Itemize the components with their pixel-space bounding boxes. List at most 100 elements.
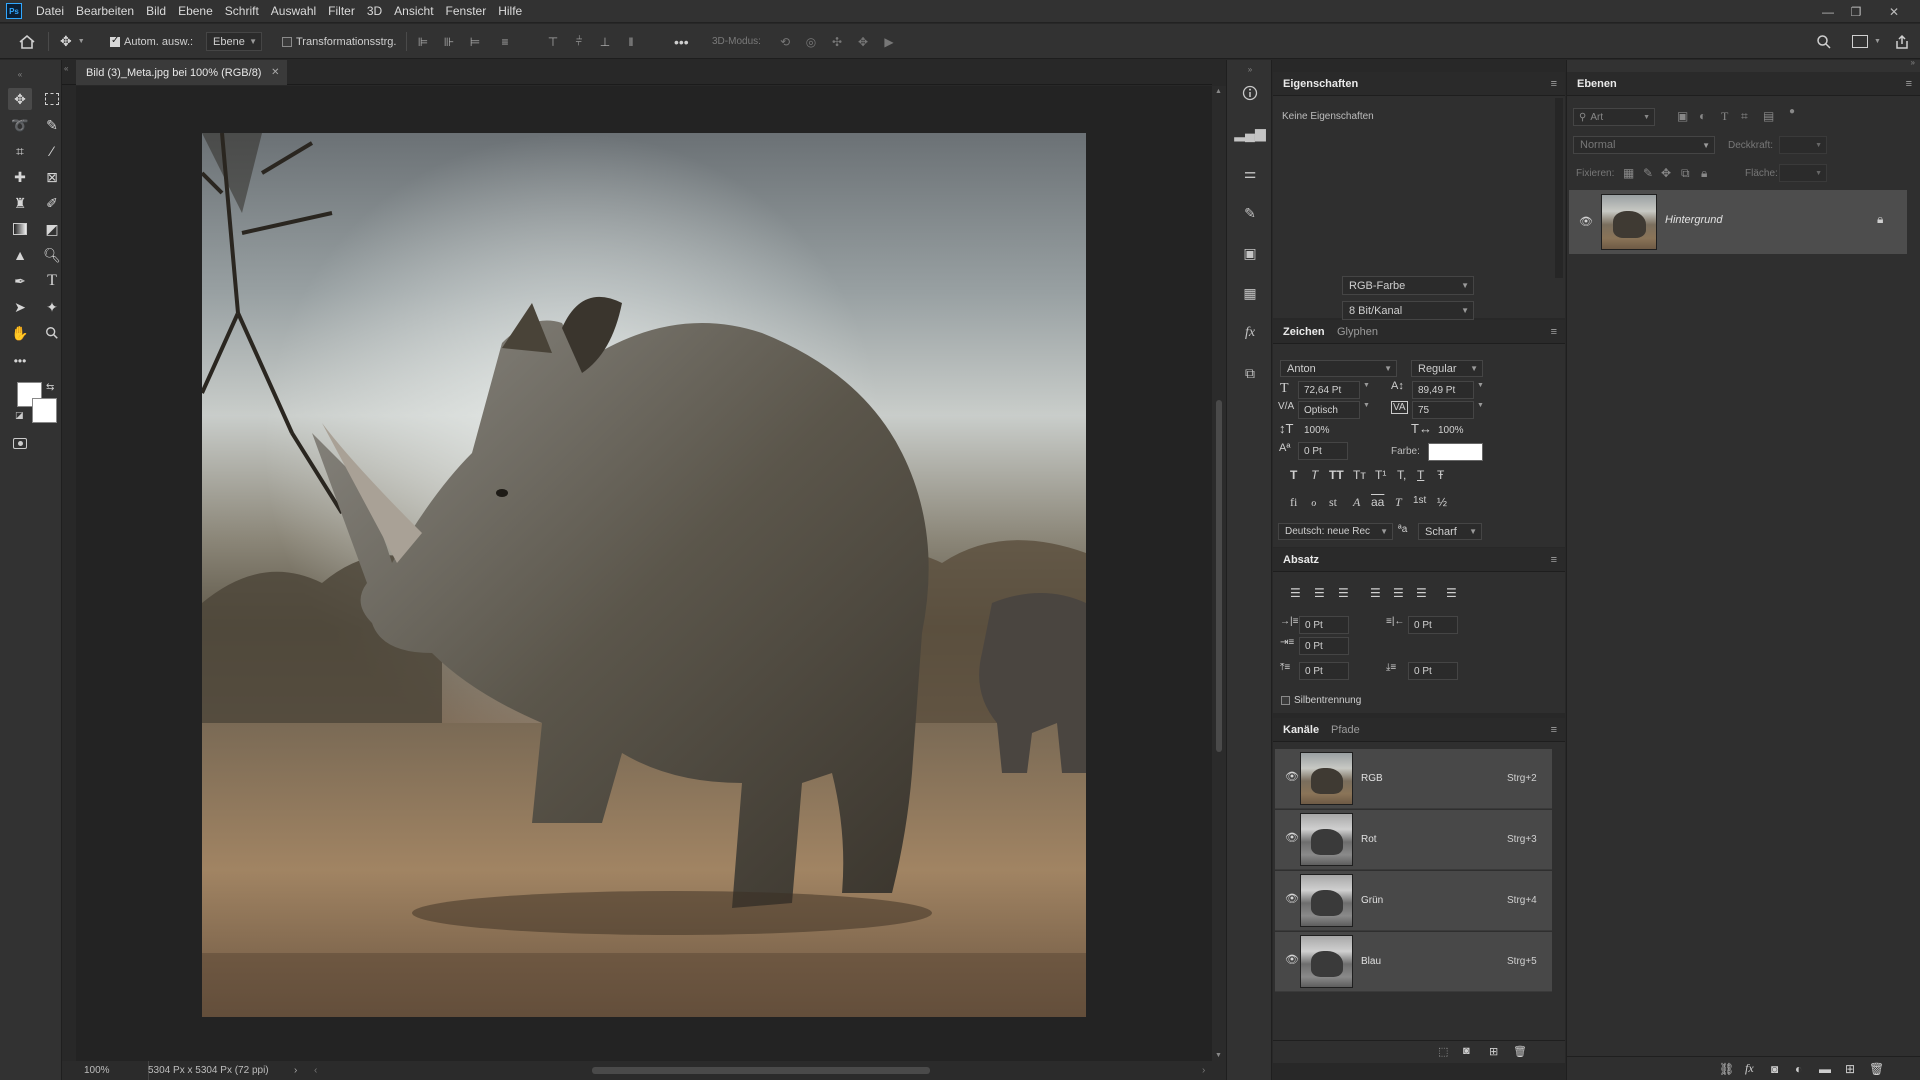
menu-3d[interactable]: 3D xyxy=(361,0,388,23)
paragraph-menu-icon[interactable]: ≡ xyxy=(1551,554,1557,566)
background-color-swatch[interactable] xyxy=(32,398,57,423)
zoom-level[interactable]: 100% xyxy=(84,1065,110,1076)
character-menu-icon[interactable]: ≡ xyxy=(1551,326,1557,338)
channels-menu-icon[interactable]: ≡ xyxy=(1551,724,1557,736)
tracking-chevron-icon[interactable]: ▼ xyxy=(1477,402,1484,409)
align-vcenter-icon[interactable]: ⫩ xyxy=(570,33,588,51)
justify-last-left-icon[interactable]: ☰ xyxy=(1370,586,1381,600)
vertical-scrollbar[interactable]: ▲ ▼ xyxy=(1212,86,1226,1061)
filter-adjustment-icon[interactable]: ◐ xyxy=(1699,109,1706,123)
restore-button[interactable]: ❐ xyxy=(1842,0,1870,23)
align-text-left-icon[interactable]: ☰ xyxy=(1290,586,1301,600)
small-caps-icon[interactable]: Tт xyxy=(1353,468,1366,482)
lasso-tool-icon[interactable]: ➰ xyxy=(8,114,32,136)
filter-pixel-icon[interactable]: ▣ xyxy=(1677,109,1688,123)
vertical-scale-field[interactable]: 100% xyxy=(1298,421,1348,439)
gradient-tool-icon[interactable] xyxy=(8,218,32,240)
collapse-strip-icon[interactable]: » xyxy=(1239,58,1261,80)
font-style-dropdown[interactable]: Regular ▼ xyxy=(1411,360,1483,377)
menu-ebene[interactable]: Ebene xyxy=(172,0,219,23)
properties-menu-icon[interactable]: ≡ xyxy=(1551,78,1557,90)
link-layers-icon[interactable]: ⛓︎ xyxy=(1719,1062,1734,1076)
collapse-left-icon[interactable]: « xyxy=(64,64,68,73)
move-tool-icon[interactable]: ✥ xyxy=(8,88,32,110)
hyphenation-checkbox[interactable]: Silbentrennung xyxy=(1281,695,1361,706)
collapse-toolbar-icon[interactable]: « xyxy=(8,63,32,85)
adjustments-icon[interactable]: ⚌ xyxy=(1239,162,1261,184)
home-icon[interactable] xyxy=(18,24,36,59)
scroll-left-icon[interactable]: ‹ xyxy=(314,1065,317,1076)
font-size-chevron-icon[interactable]: ▼ xyxy=(1363,382,1370,389)
underline-icon[interactable]: T xyxy=(1417,468,1424,482)
scroll-right-icon[interactable]: › xyxy=(1202,1065,1205,1076)
subscript-icon[interactable]: T, xyxy=(1397,468,1406,482)
font-size-field[interactable]: 72,64 Pt xyxy=(1298,381,1360,399)
language-dropdown[interactable]: Deutsch: neue Rec ▼ xyxy=(1278,523,1393,540)
zoom-tool-icon[interactable] xyxy=(40,322,64,344)
menu-bearbeiten[interactable]: Bearbeiten xyxy=(70,0,140,23)
edit-toolbar-icon[interactable]: ••• xyxy=(8,350,32,372)
hyphenation-check-icon[interactable] xyxy=(1281,696,1290,705)
faux-italic-icon[interactable]: T xyxy=(1311,468,1318,482)
swash-icon[interactable]: A xyxy=(1353,495,1360,510)
more-options-icon[interactable]: ••• xyxy=(674,24,689,59)
tab-glyphen[interactable]: Glyphen xyxy=(1331,320,1384,344)
justify-last-center-icon[interactable]: ☰ xyxy=(1393,586,1404,600)
clone-stamp-tool-icon[interactable]: ♜ xyxy=(8,192,32,214)
stylistic-alternates-icon[interactable]: aa xyxy=(1371,495,1384,509)
new-adjustment-layer-icon[interactable]: ◐ xyxy=(1795,1062,1802,1076)
search-icon[interactable] xyxy=(1816,24,1832,59)
scroll-up-icon[interactable]: ▲ xyxy=(1215,88,1222,95)
baseline-shift-field[interactable]: 0 Pt xyxy=(1298,442,1348,460)
delete-channel-icon[interactable]: 🗑︎ xyxy=(1513,1045,1527,1058)
layer-name[interactable]: Hintergrund xyxy=(1665,214,1722,226)
pen-tool-icon[interactable]: ✒ xyxy=(8,270,32,292)
layer-visibility-eye-icon[interactable]: 👁︎ xyxy=(1579,215,1593,228)
shape-tool-icon[interactable]: ✦ xyxy=(40,296,64,318)
indent-right-field[interactable]: 0 Pt xyxy=(1408,616,1458,634)
path-selection-tool-icon[interactable]: ➤ xyxy=(8,296,32,318)
lock-all-icon[interactable]: 🔒︎ xyxy=(1701,166,1707,181)
tab-absatz[interactable]: Absatz xyxy=(1277,548,1325,572)
channel-row-blau[interactable]: 👁︎ Blau Strg+5 xyxy=(1275,932,1552,992)
default-colors-icon[interactable]: ◪ xyxy=(15,410,24,421)
tab-ebenen[interactable]: Ebenen xyxy=(1571,72,1623,96)
horizontal-scale-field[interactable]: 100% xyxy=(1432,421,1482,439)
vertical-scroll-thumb[interactable] xyxy=(1216,400,1222,752)
channel-row-rot[interactable]: 👁︎ Rot Strg+3 xyxy=(1275,810,1552,870)
eyedropper-tool-icon[interactable]: ⁄ xyxy=(40,140,64,162)
filter-smart-object-icon[interactable]: ▤ xyxy=(1763,109,1774,123)
menu-fenster[interactable]: Fenster xyxy=(440,0,493,23)
lock-position-icon[interactable]: ✥ xyxy=(1661,166,1671,180)
menu-filter[interactable]: Filter xyxy=(322,0,361,23)
close-tab-icon[interactable]: ✕ xyxy=(271,67,279,78)
3d-orbit-icon[interactable]: ⟲ xyxy=(776,33,794,51)
add-mask-icon[interactable]: ◙ xyxy=(1771,1062,1778,1076)
collapse-right-icon[interactable]: » xyxy=(1911,58,1915,67)
lock-artboard-icon[interactable]: ⧉ xyxy=(1681,166,1690,181)
document-tab[interactable]: Bild (3)_Meta.jpg bei 100% (RGB/8) ✕ xyxy=(76,60,288,85)
horizontal-scroll-thumb[interactable] xyxy=(592,1067,930,1074)
filter-toggle-icon[interactable]: ● xyxy=(1789,106,1795,117)
menu-ansicht[interactable]: Ansicht xyxy=(388,0,439,23)
scroll-down-icon[interactable]: ▼ xyxy=(1215,1052,1222,1059)
fill-field[interactable]: ▼ xyxy=(1779,164,1827,182)
3d-pan-icon[interactable]: ✣ xyxy=(828,33,846,51)
dodge-tool-icon[interactable]: 🔍︎ xyxy=(40,244,64,266)
space-before-field[interactable]: 0 Pt xyxy=(1299,662,1349,680)
kerning-field[interactable]: Optisch xyxy=(1298,401,1360,419)
transform-check-icon[interactable] xyxy=(282,36,292,47)
align-top-icon[interactable]: ⊤ xyxy=(544,33,562,51)
filter-type-icon[interactable]: T xyxy=(1721,109,1728,124)
layer-lock-icon[interactable]: 🔒︎ xyxy=(1877,212,1883,227)
antialias-dropdown[interactable]: Scharf ▼ xyxy=(1418,523,1482,540)
channel-row-rgb[interactable]: 👁︎ RGB Strg+2 xyxy=(1275,749,1552,809)
opacity-field[interactable]: ▼ xyxy=(1779,136,1827,154)
font-family-dropdown[interactable]: Anton ▼ xyxy=(1280,360,1397,377)
workspace-icon[interactable]: ▼ xyxy=(1852,24,1881,59)
space-after-field[interactable]: 0 Pt xyxy=(1408,662,1458,680)
eye-icon[interactable]: 👁︎ xyxy=(1285,831,1299,844)
strikethrough-icon[interactable]: Ŧ xyxy=(1437,468,1444,482)
lock-image-icon[interactable]: ✎ xyxy=(1643,166,1653,180)
load-channel-selection-icon[interactable]: ⬚ xyxy=(1438,1045,1448,1058)
